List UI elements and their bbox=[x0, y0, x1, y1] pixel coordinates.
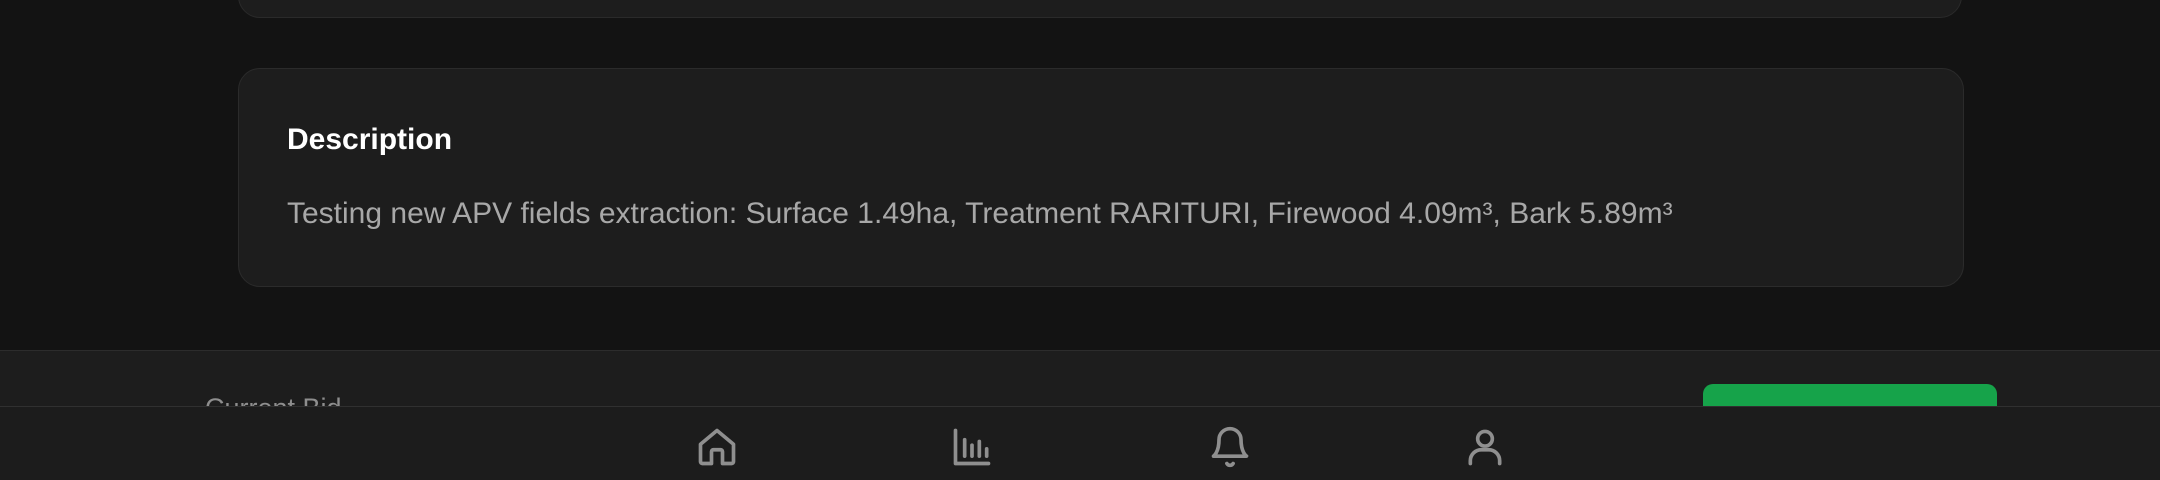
nav-item-stats[interactable] bbox=[948, 423, 996, 471]
description-card: Description Testing new APV fields extra… bbox=[238, 68, 1964, 287]
bar-chart-icon bbox=[953, 428, 991, 466]
bottom-nav bbox=[0, 406, 2160, 480]
bell-icon bbox=[1211, 426, 1249, 468]
home-icon bbox=[698, 428, 736, 466]
previous-card bbox=[238, 0, 1962, 18]
description-title: Description bbox=[287, 123, 453, 156]
nav-item-home[interactable] bbox=[693, 423, 741, 471]
nav-item-notifications[interactable] bbox=[1206, 423, 1254, 471]
user-icon bbox=[1468, 429, 1502, 466]
description-text: Testing new APV fields extraction: Surfa… bbox=[287, 197, 1673, 230]
page: Description Testing new APV fields extra… bbox=[0, 0, 2160, 480]
nav-item-profile[interactable] bbox=[1461, 423, 1509, 471]
